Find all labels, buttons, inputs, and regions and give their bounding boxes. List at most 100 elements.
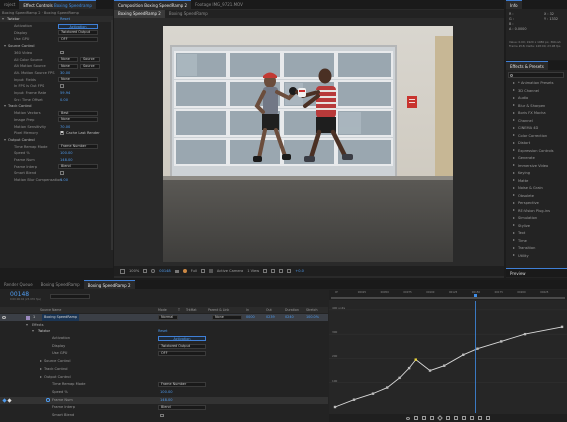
ec-checkbox[interactable] <box>60 131 64 135</box>
effect-controls-scrollbar[interactable] <box>111 20 113 250</box>
graph-keyframe[interactable] <box>352 398 356 401</box>
chevron-right-icon[interactable] <box>513 134 515 137</box>
ec-row-time-remap-mode[interactable]: Time Remap Mode Frame Number <box>0 144 113 150</box>
col-duration[interactable]: Duration <box>285 307 299 313</box>
ec-row-use-gpu[interactable]: Use GPU OFF <box>0 36 113 42</box>
tab-boxing-speedramp[interactable]: Boxing SpeedRamp <box>37 280 84 289</box>
graph-easy-ease-icon[interactable] <box>470 416 474 420</box>
effects-category-item[interactable]: Text <box>506 230 567 236</box>
ec-row-input-frame-rate[interactable]: Input: Frame Rate 59.94 <box>0 90 113 96</box>
effects-category-item[interactable]: Time <box>506 238 567 244</box>
tl-row-activation[interactable]: Activation Activation <box>0 335 328 342</box>
resolution-dropdown[interactable]: Full <box>191 269 197 273</box>
ec-select[interactable]: Blend <box>58 164 98 170</box>
grid-icon[interactable] <box>143 269 148 273</box>
speed-graph[interactable] <box>329 301 567 413</box>
chevron-right-icon[interactable] <box>40 375 42 378</box>
col-parent-link[interactable]: Parent & Link <box>208 307 229 313</box>
effects-category-item[interactable]: Noise & Grain <box>506 185 567 191</box>
work-area-bar[interactable] <box>331 297 565 299</box>
graph-keyframe[interactable] <box>398 376 401 380</box>
graph-fit-all-icon[interactable] <box>430 416 434 420</box>
ec-value[interactable]: 30.00 <box>60 70 70 76</box>
tl-row-frame-interp[interactable]: Frame Interp Blend <box>0 404 328 411</box>
ec-row-motion-vectors[interactable]: Motion Vectors Best <box>0 110 113 116</box>
layer-parent-select[interactable]: None <box>212 315 242 320</box>
graph-fit-icon[interactable] <box>422 416 426 420</box>
color-channel-icon[interactable] <box>182 269 187 273</box>
timeline-layer-row[interactable]: 1 Boxing SpeedRamp Normal None 0000 0239… <box>0 314 328 321</box>
graph-snap-icon[interactable] <box>414 416 418 420</box>
chevron-right-icon[interactable] <box>513 111 515 114</box>
effects-category-item[interactable]: CINEMA 4D <box>506 125 567 131</box>
tab-composition[interactable]: Composition Boxing SpeedRamp 2 <box>114 0 192 9</box>
tl-select[interactable]: OFF <box>158 351 206 357</box>
graph-ease-in-icon[interactable] <box>478 416 482 420</box>
chevron-down-icon[interactable] <box>26 324 28 326</box>
effects-category-item[interactable]: Audio <box>506 95 567 101</box>
ec-row-frame-num[interactable]: Frame Num 148.00 <box>0 157 113 163</box>
ec-select[interactable]: Frame Number <box>58 144 98 150</box>
zoom-dropdown[interactable]: 100% <box>129 269 139 273</box>
chevron-right-icon[interactable] <box>513 224 515 227</box>
chevron-right-icon[interactable] <box>513 179 515 182</box>
ec-select-source[interactable]: Source <box>80 57 100 62</box>
chevron-down-icon[interactable] <box>4 105 6 108</box>
ec-select[interactable]: OFF <box>58 36 98 42</box>
effects-category-item[interactable]: Transition <box>506 245 567 251</box>
effects-category-item[interactable]: Keying <box>506 170 567 176</box>
graph-keyframe[interactable] <box>414 358 417 361</box>
chevron-right-icon[interactable] <box>513 254 515 257</box>
chevron-right-icon[interactable] <box>513 216 515 219</box>
chevron-right-icon[interactable] <box>513 164 515 167</box>
preview-panel-tab[interactable]: Preview <box>506 268 567 277</box>
reset-link[interactable]: Reset <box>60 16 70 22</box>
chevron-right-icon[interactable] <box>513 246 515 249</box>
effects-category-item[interactable]: Boris FX Mocha <box>506 110 567 116</box>
camera-snapshot-icon[interactable] <box>151 269 156 273</box>
effects-category-item[interactable]: RE:Vision Plug-ins <box>506 208 567 214</box>
effects-category-item[interactable]: Stylize <box>506 223 567 229</box>
effects-category-item[interactable]: Matte <box>506 178 567 184</box>
layer-name[interactable]: Boxing SpeedRamp <box>42 314 80 321</box>
graph-keyframe[interactable] <box>371 392 375 395</box>
chevron-right-icon[interactable] <box>513 231 515 234</box>
chevron-right-icon[interactable] <box>513 186 515 189</box>
effects-category-item[interactable]: Blur & Sharpen <box>506 103 567 109</box>
ec-value[interactable]: 0.00 <box>60 177 68 183</box>
ec-row-in-fps-is-out-fps[interactable]: In FPS is Out FPS <box>0 83 113 89</box>
chevron-right-icon[interactable] <box>513 96 515 99</box>
ec-row-all-color-source[interactable]: All Color Source None Source <box>0 57 113 63</box>
effects-search-input[interactable] <box>508 72 564 78</box>
col-out[interactable]: Out <box>266 307 272 313</box>
graph-keyframe[interactable] <box>476 347 479 350</box>
graph-editor[interactable]: 0f 00025 00050 00075 00100 00125 00150 00175 002… <box>329 290 567 422</box>
ec-checkbox[interactable] <box>60 50 64 55</box>
view-layout-dropdown[interactable]: 1 View <box>247 269 259 273</box>
layer-visibility-eye-icon[interactable] <box>2 316 6 319</box>
effects-category-item[interactable]: Distort <box>506 140 567 146</box>
effects-category-item[interactable]: Channel <box>506 118 567 124</box>
col-mode[interactable]: Mode <box>158 307 167 313</box>
ec-row-pixel-memory[interactable]: Pixel Memory Cache Last Render <box>0 130 113 136</box>
tl-select[interactable]: Frame Number <box>158 382 206 388</box>
layer-stretch[interactable]: 100.0% <box>306 314 319 321</box>
effects-category-item[interactable]: Simulation <box>506 215 567 221</box>
effects-category-item[interactable]: Obsolete <box>506 193 567 199</box>
exposure-value[interactable]: +0.0 <box>295 269 304 273</box>
tl-row-smart-blend[interactable]: Smart Blend <box>0 412 328 419</box>
tl-row-track-control[interactable]: Track Control <box>0 366 328 373</box>
effects-category-item[interactable]: Expression Controls <box>506 148 567 154</box>
chevron-right-icon[interactable] <box>40 367 42 370</box>
ec-checkbox[interactable] <box>60 171 64 175</box>
chevron-right-icon[interactable] <box>513 149 515 152</box>
graph-keyframe[interactable] <box>560 325 564 329</box>
ec-row-smart-blend[interactable]: Smart Blend <box>0 170 113 176</box>
effects-category-item[interactable]: Immersive Video <box>506 163 567 169</box>
chevron-right-icon[interactable] <box>513 194 515 197</box>
tl-value[interactable]: 100.00 <box>160 389 173 396</box>
ec-row-track-control[interactable]: Track Control <box>0 103 113 109</box>
composition-viewer[interactable] <box>163 26 453 262</box>
ec-value[interactable]: 0.00 <box>60 97 68 103</box>
chevron-right-icon[interactable] <box>513 156 515 159</box>
